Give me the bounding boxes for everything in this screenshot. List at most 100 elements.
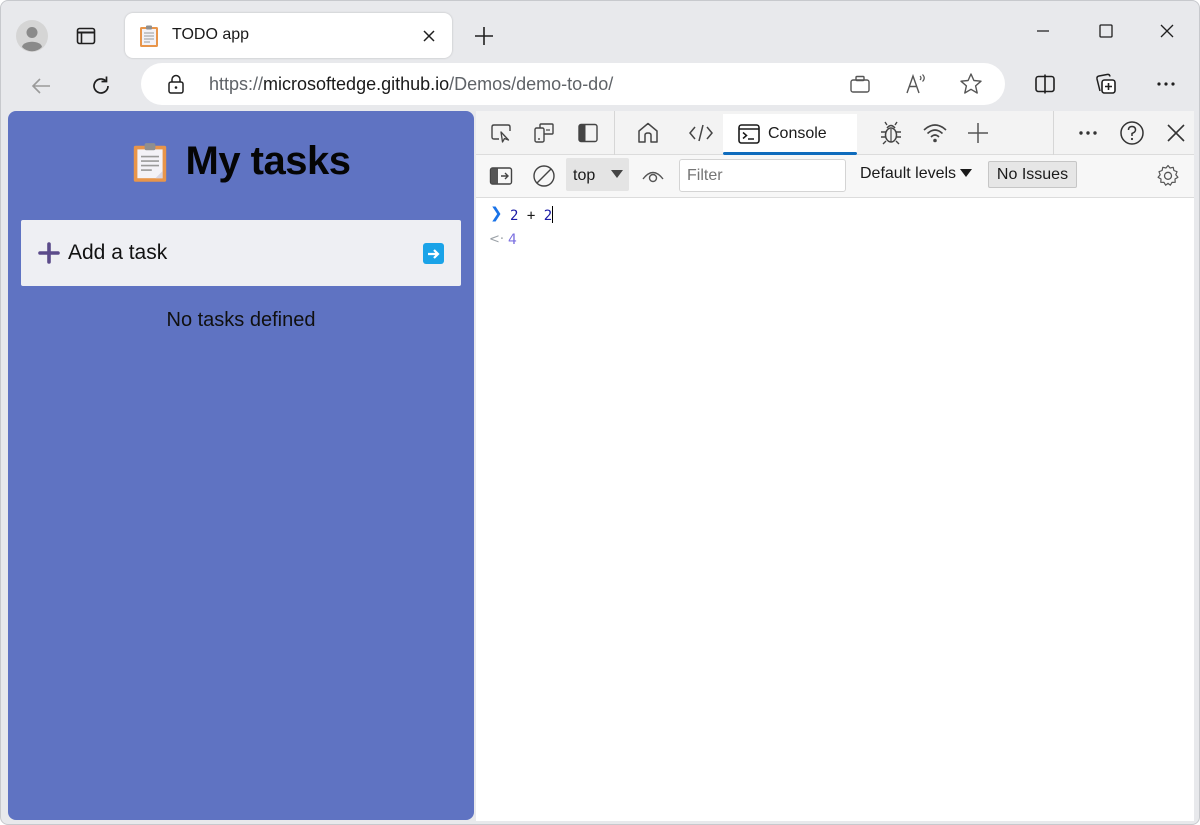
toggle-sidebar-button[interactable] [486, 161, 516, 191]
more-icon [1079, 131, 1097, 135]
todo-webpage: My tasks Add a task No tasks defined [8, 111, 474, 820]
console-input-line: ❯ 2 + 2 [476, 201, 1194, 227]
page-header: My tasks [8, 139, 474, 184]
plus-icon [475, 27, 493, 45]
split-screen-button[interactable] [1028, 67, 1062, 101]
dock-side-button[interactable] [573, 118, 603, 148]
url-path: /Demos/demo-to-do/ [449, 74, 614, 94]
tab-actions-icon [76, 27, 96, 45]
url-host: microsoftedge.github.io [263, 74, 450, 94]
customize-devtools-button[interactable] [1073, 118, 1103, 148]
submit-task-button[interactable] [423, 243, 444, 264]
collections-button[interactable] [1089, 67, 1123, 101]
tab-actions-button[interactable] [69, 19, 103, 53]
sources-tab[interactable] [876, 118, 906, 148]
browser-window: TODO app https://microsoftedge.github.io… [0, 0, 1200, 825]
close-icon [423, 30, 435, 42]
context-value: top [573, 167, 596, 184]
address-bar[interactable]: https://microsoftedge.github.io/Demos/de… [141, 63, 1005, 105]
close-icon [1167, 124, 1185, 142]
console-settings-button[interactable] [1153, 161, 1183, 191]
profile-button[interactable] [15, 19, 49, 53]
title-bar: TODO app [1, 1, 1199, 63]
clear-icon [533, 165, 555, 187]
console-icon [738, 124, 760, 144]
console-toolbar: top Default levels No Issues [476, 155, 1194, 198]
device-emulation-button[interactable] [529, 118, 559, 148]
result-arrow-icon: <· [489, 232, 505, 247]
clipboard-icon [133, 142, 166, 182]
devtools-panel: Console top Filter Default levels No Iss… [476, 111, 1194, 821]
tab-title: TODO app [172, 26, 250, 43]
add-task-input[interactable]: Add a task [21, 220, 461, 286]
back-button[interactable] [23, 68, 59, 104]
avatar-icon [16, 20, 48, 52]
url-scheme: https:// [209, 74, 264, 94]
maximize-button[interactable] [1086, 15, 1126, 47]
sidebar-toggle-icon [489, 167, 513, 185]
close-tab-button[interactable] [416, 23, 442, 49]
chevron-down-icon [611, 170, 623, 178]
home-icon [638, 122, 658, 143]
live-expression-button[interactable] [638, 161, 668, 191]
empty-tasks-message: No tasks defined [166, 309, 316, 331]
toolbar-divider [614, 111, 615, 155]
url-text[interactable]: https://microsoftedge.github.io/Demos/de… [209, 74, 613, 95]
clear-console-button[interactable] [529, 161, 559, 191]
console-result-line: <· 4 [476, 227, 1194, 253]
console-filter-input[interactable] [679, 159, 846, 192]
new-tab-button[interactable] [467, 19, 501, 53]
navigation-bar: https://microsoftedge.github.io/Demos/de… [1, 63, 1199, 109]
welcome-tab[interactable] [633, 118, 663, 148]
more-tools-button[interactable] [963, 118, 993, 148]
console-input-expression[interactable]: 2 + 2 [510, 206, 554, 224]
plus-icon [38, 242, 60, 264]
prompt-chevron-icon: ❯ [490, 204, 503, 222]
refresh-button[interactable] [83, 68, 119, 104]
text-cursor [552, 206, 554, 223]
minimize-button[interactable] [1023, 15, 1063, 47]
console-tab-label: Console [768, 125, 827, 142]
content-area: My tasks Add a task No tasks defined Con… [8, 111, 1194, 821]
help-button[interactable] [1117, 118, 1147, 148]
back-icon [31, 78, 50, 94]
wifi-icon [923, 124, 947, 143]
inspect-tool-button[interactable] [486, 118, 516, 148]
add-task-placeholder: Add a task [68, 241, 168, 264]
log-levels-dropdown[interactable]: Default levels [860, 165, 973, 183]
elements-tab[interactable] [686, 118, 716, 148]
operand-right: 2 [543, 208, 553, 224]
split-screen-icon [1035, 74, 1055, 94]
devtools-tab-bar: Console [476, 111, 1194, 155]
page-title: My tasks [185, 139, 351, 183]
read-aloud-icon[interactable] [903, 71, 929, 97]
toolbar-divider [1053, 111, 1054, 155]
operand-left: 2 [510, 208, 519, 224]
issues-button[interactable]: No Issues [988, 161, 1077, 188]
device-icon [534, 123, 554, 143]
favorite-star-icon[interactable] [958, 71, 984, 97]
clipboard-icon [140, 25, 158, 47]
code-icon [689, 124, 713, 142]
close-icon [1160, 24, 1174, 38]
operator: + [526, 208, 536, 224]
console-output[interactable]: ❯ 2 + 2 <· 4 [476, 199, 1194, 821]
javascript-context-select[interactable]: top [566, 158, 629, 191]
help-icon [1120, 121, 1144, 145]
app-available-icon[interactable] [847, 71, 873, 97]
inspect-icon [491, 124, 511, 143]
console-tab[interactable]: Console [723, 114, 857, 155]
close-devtools-button[interactable] [1161, 118, 1191, 148]
eye-icon [642, 171, 664, 183]
chevron-down-icon [960, 169, 973, 177]
gear-icon [1157, 164, 1179, 186]
lock-icon[interactable] [165, 73, 187, 95]
settings-and-more-button[interactable] [1149, 67, 1183, 101]
bug-icon [881, 121, 901, 145]
collections-icon [1096, 73, 1116, 94]
minimize-icon [1037, 30, 1049, 32]
browser-tab[interactable]: TODO app [125, 13, 452, 58]
close-window-button[interactable] [1147, 15, 1187, 47]
maximize-icon [1099, 24, 1113, 38]
network-tab[interactable] [920, 118, 950, 148]
